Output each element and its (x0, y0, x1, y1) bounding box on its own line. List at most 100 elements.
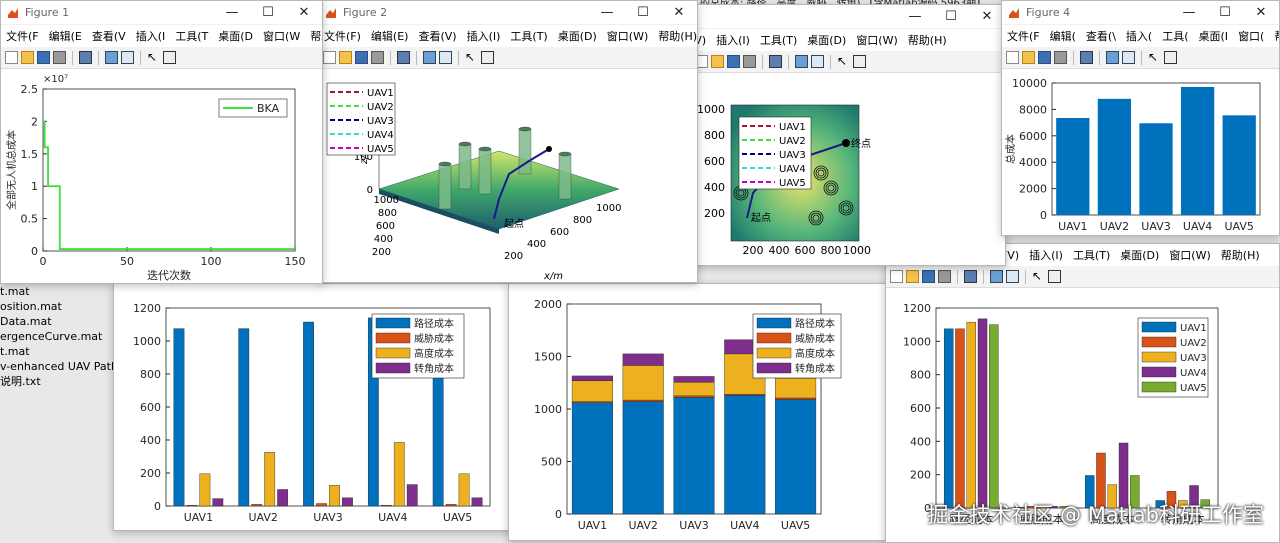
menu-item-7[interactable]: 帮助(H) (1269, 28, 1279, 44)
legend-icon[interactable] (1006, 270, 1019, 283)
open-folder-icon[interactable] (711, 55, 724, 68)
menu-item-3[interactable]: 插入(I (131, 28, 171, 44)
menu-item-4[interactable]: 窗口(W) (1164, 247, 1215, 263)
file-list-item[interactable]: 说明.txt (0, 374, 115, 389)
menu-window[interactable]: 窗口(W) (602, 28, 653, 44)
menu-item-1[interactable]: 编辑( (1045, 28, 1081, 44)
menu-item-5[interactable]: 桌面(D (213, 28, 258, 44)
print-icon[interactable] (371, 51, 384, 64)
menu-tools[interactable]: 工具(T) (755, 32, 802, 48)
close-button[interactable]: ✕ (286, 5, 322, 20)
save-icon[interactable] (37, 51, 50, 64)
menu-item-3[interactable]: 桌面(D) (1115, 247, 1164, 263)
open-folder-icon[interactable] (339, 51, 352, 64)
maximize-button[interactable]: ☐ (933, 9, 969, 24)
menu-help[interactable]: 帮助(H) (903, 32, 952, 48)
pointer-icon[interactable]: ↖ (837, 55, 850, 68)
menu-item-5[interactable]: 帮助(H) (1216, 247, 1265, 263)
plot-browser-icon[interactable] (853, 55, 866, 68)
menu-item-0[interactable]: 文件(F (1, 28, 44, 44)
y-tick-label: 1.5 (21, 148, 39, 161)
plot-browser-icon[interactable] (481, 51, 494, 64)
menu-help[interactable]: 帮助(H) (653, 28, 697, 44)
legend-icon[interactable] (811, 55, 824, 68)
pointer-icon[interactable]: ↖ (147, 51, 160, 64)
plot-browser-icon[interactable] (1164, 51, 1177, 64)
file-list-item[interactable]: v-enhanced UAV Path... (0, 359, 115, 374)
maximize-button[interactable]: ☐ (1207, 5, 1243, 20)
print-icon[interactable] (938, 270, 951, 283)
save-icon[interactable] (1038, 51, 1051, 64)
menu-item-1[interactable]: 插入(I) (1024, 247, 1068, 263)
menu-desktop[interactable]: 桌面(D) (553, 28, 602, 44)
menu-item-2[interactable]: 查看(\ (1081, 28, 1121, 44)
link-plot-icon[interactable] (964, 270, 977, 283)
open-folder-icon[interactable] (21, 51, 34, 64)
menu-desktop[interactable]: 桌面(D) (802, 32, 851, 48)
open-folder-icon[interactable] (1022, 51, 1035, 64)
colorbar-icon[interactable] (1106, 51, 1119, 64)
link-plot-icon[interactable] (79, 51, 92, 64)
menu-item-0[interactable]: 文件(F (1002, 28, 1045, 44)
link-plot-icon[interactable] (769, 55, 782, 68)
file-list-item[interactable]: t.mat (0, 284, 115, 299)
new-file-icon[interactable] (323, 51, 336, 64)
pointer-icon[interactable]: ↖ (465, 51, 478, 64)
menu-tools[interactable]: 工具(T) (505, 28, 552, 44)
file-list-item[interactable]: ergenceCurve.mat (0, 329, 115, 344)
close-button[interactable]: ✕ (661, 5, 697, 20)
pointer-icon[interactable]: ↖ (1032, 270, 1045, 283)
menu-item-2[interactable]: 查看(V (87, 28, 131, 44)
menu-item-4[interactable]: 工具( (1157, 28, 1193, 44)
menu-item-3[interactable]: 插入( (1121, 28, 1157, 44)
legend-icon[interactable] (121, 51, 134, 64)
print-icon[interactable] (53, 51, 66, 64)
save-icon[interactable] (727, 55, 740, 68)
new-file-icon[interactable] (890, 270, 903, 283)
menu-item-6[interactable]: 窗口( (1233, 28, 1269, 44)
colorbar-icon[interactable] (990, 270, 1003, 283)
menu-item-7[interactable]: 帮助(H) (305, 28, 322, 44)
print-icon[interactable] (743, 55, 756, 68)
colorbar-icon[interactable] (795, 55, 808, 68)
menu-file[interactable]: 文件(F) (319, 28, 366, 44)
close-button[interactable]: ✕ (1243, 5, 1279, 20)
minimize-button[interactable]: — (1171, 5, 1207, 20)
menu-insert[interactable]: 插入(I) (711, 32, 755, 48)
menu-window[interactable]: 窗口(W) (851, 32, 902, 48)
save-icon[interactable] (922, 270, 935, 283)
menu-item-5[interactable]: 桌面(I (1194, 28, 1234, 44)
minimize-button[interactable]: — (897, 9, 933, 24)
legend-swatch (1141, 336, 1177, 348)
menu-edit[interactable]: 编辑(E) (366, 28, 414, 44)
menu-view[interactable]: 查看(V) (413, 28, 461, 44)
new-file-icon[interactable] (5, 51, 18, 64)
menu-item-2[interactable]: 工具(T) (1068, 247, 1115, 263)
file-list-item[interactable]: t.mat (0, 344, 115, 359)
menu-item-4[interactable]: 工具(T (170, 28, 213, 44)
close-button[interactable]: ✕ (969, 9, 1005, 24)
maximize-button[interactable]: ☐ (250, 5, 286, 20)
print-icon[interactable] (1054, 51, 1067, 64)
plot-browser-icon[interactable] (163, 51, 176, 64)
legend-icon[interactable] (439, 51, 452, 64)
file-list-item[interactable]: osition.mat (0, 299, 115, 314)
file-list-item[interactable]: Data.mat (0, 314, 115, 329)
save-icon[interactable] (355, 51, 368, 64)
end-point (842, 139, 850, 147)
open-folder-icon[interactable] (906, 270, 919, 283)
minimize-button[interactable]: — (214, 5, 250, 20)
link-plot-icon[interactable] (1080, 51, 1093, 64)
legend-icon[interactable] (1122, 51, 1135, 64)
menu-item-1[interactable]: 编辑(E (44, 28, 87, 44)
maximize-button[interactable]: ☐ (625, 5, 661, 20)
menu-insert[interactable]: 插入(I) (462, 28, 506, 44)
minimize-button[interactable]: — (589, 5, 625, 20)
link-plot-icon[interactable] (397, 51, 410, 64)
plot-browser-icon[interactable] (1048, 270, 1061, 283)
colorbar-icon[interactable] (423, 51, 436, 64)
colorbar-icon[interactable] (105, 51, 118, 64)
pointer-icon[interactable]: ↖ (1148, 51, 1161, 64)
menu-item-6[interactable]: 窗口(W (258, 28, 305, 44)
new-file-icon[interactable] (1006, 51, 1019, 64)
